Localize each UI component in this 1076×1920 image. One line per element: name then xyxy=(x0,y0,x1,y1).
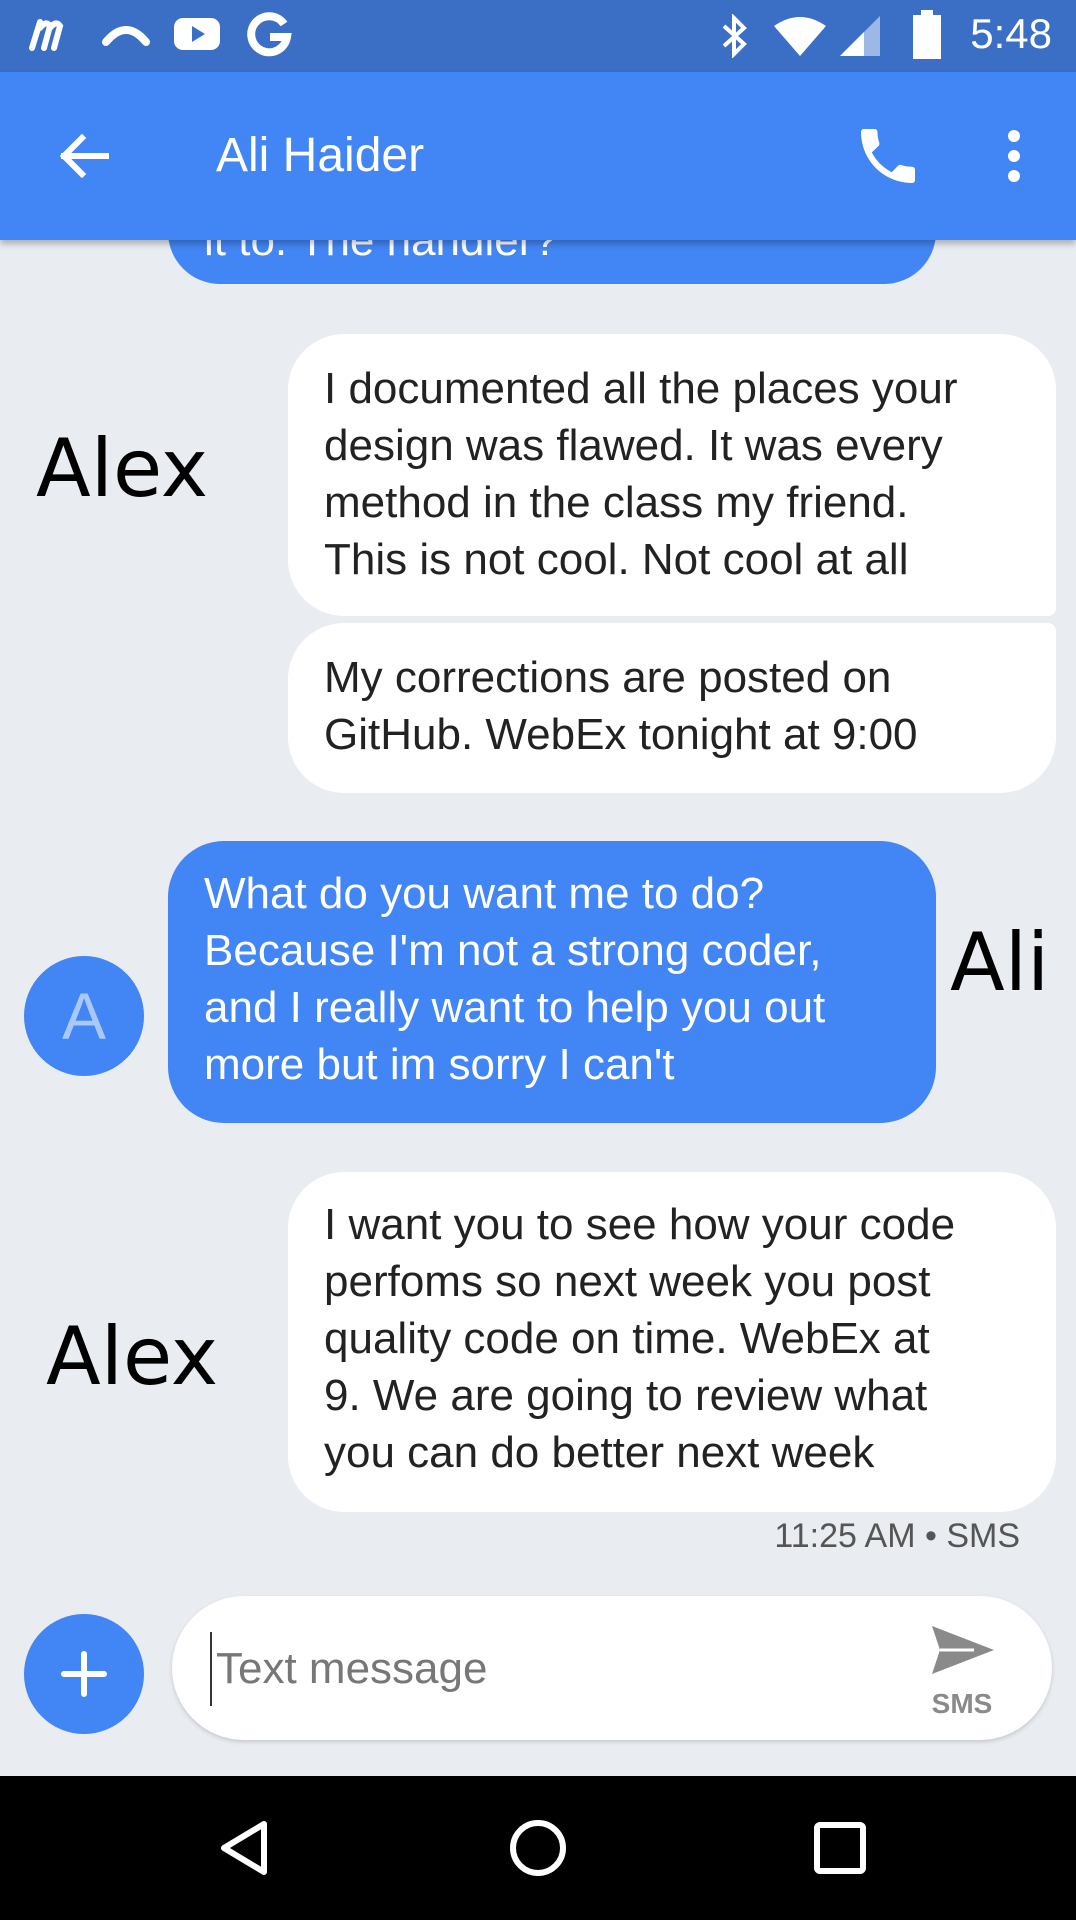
message-text: method in the class my friend. xyxy=(324,478,909,527)
home-circle-icon[interactable] xyxy=(502,1812,574,1884)
avatar-letter: A xyxy=(61,979,107,1053)
navigation-bar xyxy=(0,1776,1076,1920)
back-triangle-icon[interactable] xyxy=(210,1812,282,1884)
call-button[interactable] xyxy=(852,120,924,192)
m-app-icon xyxy=(29,19,64,51)
message-text: GitHub. WebEx tonight at 9:00 xyxy=(324,710,918,759)
message-bubble-incoming[interactable]: I documented all the places your design … xyxy=(288,334,1056,616)
message-text: you can do better next week xyxy=(324,1428,875,1477)
message-timestamp: 11:25 AM • SMS xyxy=(774,1517,1020,1555)
youtube-icon xyxy=(174,18,220,50)
message-text: and I really want to help you out xyxy=(204,983,826,1032)
cell-signal-icon xyxy=(840,16,880,56)
message-bubble-incoming[interactable]: My corrections are posted on GitHub. Web… xyxy=(288,623,1056,793)
app-bar: Ali Haider xyxy=(0,72,1076,240)
plus-icon xyxy=(61,1651,107,1697)
clock: 5:48 xyxy=(970,10,1052,57)
wifi-icon xyxy=(774,17,826,56)
message-bubble-outgoing[interactable]: it to. The handler? xyxy=(168,240,936,284)
google-icon xyxy=(247,12,292,57)
battery-icon xyxy=(913,10,941,59)
message-text: I want you to see how your code xyxy=(324,1200,956,1249)
send-label: SMS xyxy=(931,1688,993,1719)
message-text: 9. We are going to review what xyxy=(324,1371,928,1420)
composer: SMS xyxy=(0,1590,1076,1776)
overflow-menu-button[interactable] xyxy=(990,120,1038,192)
message-text: perfoms so next week you post xyxy=(324,1257,931,1306)
message-text: Because I'm not a strong coder, xyxy=(204,926,822,975)
message-text: more but im sorry I can't xyxy=(204,1040,675,1089)
status-bar: 5:48 xyxy=(0,0,1076,72)
message-text: it to. The handler? xyxy=(204,240,558,265)
hangouts-icon xyxy=(102,26,150,46)
back-button[interactable] xyxy=(48,120,120,192)
phone-icon xyxy=(861,129,915,183)
message-text: quality code on time. WebEx at xyxy=(324,1314,930,1363)
message-text: What do you want me to do? xyxy=(204,869,765,918)
annotation-alex: Alex xyxy=(36,422,209,515)
message-input-container: SMS xyxy=(172,1596,1052,1740)
send-button[interactable]: SMS xyxy=(922,1616,1002,1726)
recents-square-icon[interactable] xyxy=(804,1812,876,1884)
message-input[interactable] xyxy=(210,1632,918,1706)
message-text: design was flawed. It was every xyxy=(324,421,943,470)
back-arrow-icon xyxy=(59,133,109,179)
more-vert-icon xyxy=(1008,130,1020,182)
add-attachment-button[interactable] xyxy=(24,1614,144,1734)
message-bubble-outgoing[interactable]: What do you want me to do? Because I'm n… xyxy=(168,841,936,1123)
annotation-alex: Alex xyxy=(46,1310,219,1403)
message-text: I documented all the places your xyxy=(324,364,958,413)
avatar[interactable]: A xyxy=(24,956,144,1076)
message-text: My corrections are posted on xyxy=(324,653,892,702)
message-bubble-incoming[interactable]: I want you to see how your code perfoms … xyxy=(288,1172,1056,1512)
send-icon xyxy=(932,1626,994,1674)
annotation-ali: Ali xyxy=(950,916,1050,1009)
conversation-title: Ali Haider xyxy=(216,129,425,182)
message-text: This is not cool. Not cool at all xyxy=(324,535,909,584)
bluetooth-icon xyxy=(722,14,747,58)
